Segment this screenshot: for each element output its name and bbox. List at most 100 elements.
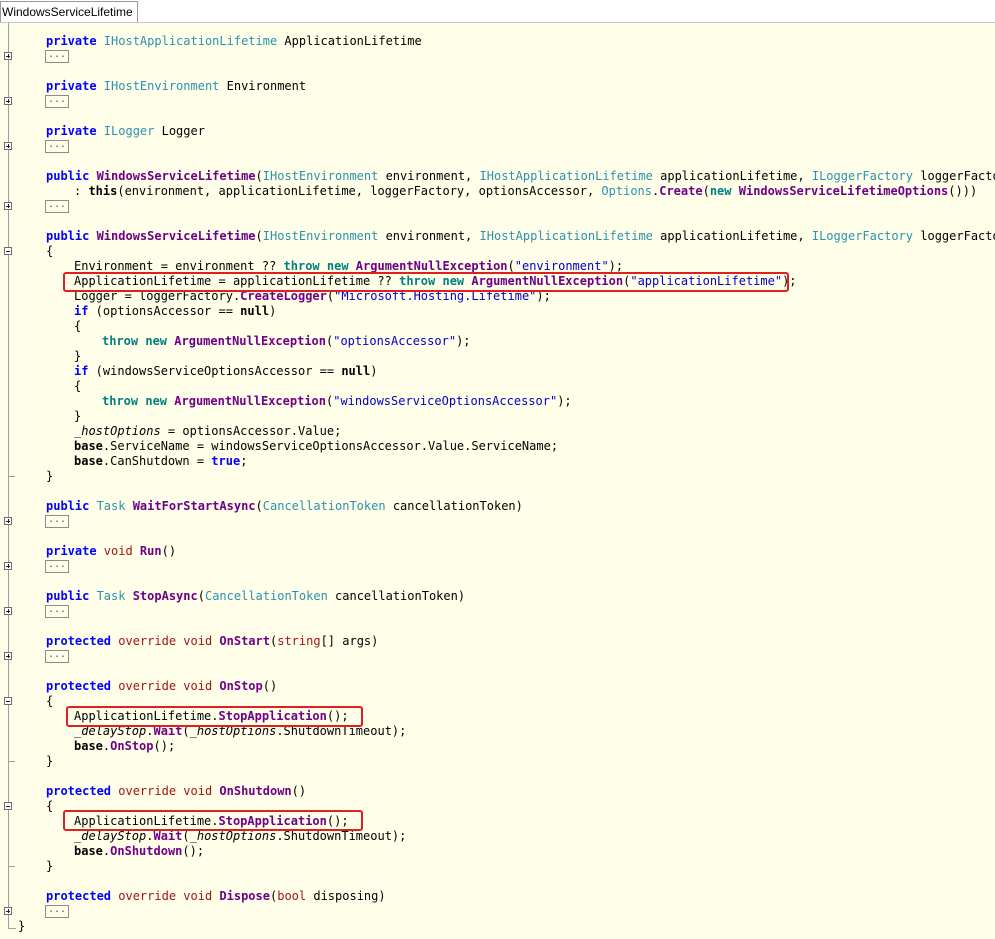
identifier: applicationLifetime, — [652, 169, 812, 183]
code-line: if (optionsAccessor == null) — [0, 304, 995, 319]
identifier: cancellationToken) — [385, 499, 523, 513]
identifier: environment, — [378, 229, 480, 243]
code-line: { — [0, 319, 995, 334]
code-line: } — [0, 409, 995, 424]
collapsed-region-marker[interactable]: ... — [45, 95, 69, 108]
type-name: ArgumentNullException — [355, 259, 508, 273]
collapsed-region-marker[interactable]: ... — [45, 140, 69, 153]
punctuation: ); — [456, 334, 471, 348]
type-name: IHostApplicationLifetime — [479, 229, 653, 243]
code-line: ... — [0, 604, 995, 619]
collapsed-region-marker[interactable]: ... — [45, 200, 69, 213]
expand-icon[interactable] — [4, 907, 12, 915]
identifier: .ShutdownTimeout); — [276, 829, 407, 843]
brace: { — [46, 694, 54, 708]
collapse-icon[interactable] — [4, 697, 12, 705]
identifier: loggerFactory, — [920, 229, 995, 243]
keyword: void — [176, 784, 213, 798]
expand-icon[interactable] — [4, 202, 12, 210]
collapsed-region-marker[interactable]: ... — [45, 905, 69, 918]
string-literal: "applicationLifetime" — [630, 274, 783, 288]
keyword: this — [88, 184, 118, 198]
string-literal: "optionsAccessor" — [333, 334, 457, 348]
type-name: ArgumentNullException — [471, 274, 624, 288]
keyword: base — [74, 439, 103, 453]
code-line: public Task WaitForStartAsync(Cancellati… — [0, 499, 995, 514]
method-name: OnShutdown — [110, 844, 183, 858]
punctuation: ) — [269, 304, 277, 318]
code-line: public WindowsServiceLifetime(IHostEnvir… — [0, 169, 995, 184]
code-line: { — [0, 244, 995, 259]
method-name: OnStart — [212, 634, 270, 648]
punctuation: ())) — [948, 184, 978, 198]
code-line: { — [0, 379, 995, 394]
code-line: ... — [0, 904, 995, 919]
expand-icon[interactable] — [4, 652, 12, 660]
code-line: { — [0, 799, 995, 814]
code-line: protected override void OnShutdown() — [0, 784, 995, 799]
code-line: ... — [0, 199, 995, 214]
expand-icon[interactable] — [4, 97, 12, 105]
code-line: base.OnShutdown(); — [0, 844, 995, 859]
keyword: override — [111, 889, 177, 903]
collapsed-region-marker[interactable]: ... — [45, 50, 69, 63]
method-name: OnStop — [110, 739, 154, 753]
identifier: ApplicationLifetime — [277, 34, 422, 48]
keyword: if — [74, 304, 89, 318]
brace: } — [74, 349, 82, 363]
keyword: null — [240, 304, 270, 318]
method-name: OnShutdown — [212, 784, 292, 798]
collapsed-region-marker[interactable]: ... — [45, 650, 69, 663]
brace: } — [46, 469, 54, 483]
punctuation: ( — [255, 169, 263, 183]
collapsed-region-marker[interactable]: ... — [45, 605, 69, 618]
tab-windowsservicelifetime[interactable]: WindowsServiceLifetime — [0, 1, 138, 22]
keyword: private — [46, 544, 97, 558]
code-line: if (windowsServiceOptionsAccessor == nul… — [0, 364, 995, 379]
keyword: void — [176, 634, 213, 648]
expand-icon[interactable] — [4, 607, 12, 615]
expand-icon[interactable] — [4, 52, 12, 60]
method-name: WindowsServiceLifetime — [89, 229, 256, 243]
method-name: Wait — [153, 829, 183, 843]
code-line: throw new ArgumentNullException("windows… — [0, 394, 995, 409]
brace: { — [74, 379, 82, 393]
type-name: IHostApplicationLifetime — [96, 34, 278, 48]
code-line: ... — [0, 94, 995, 109]
punctuation: (); — [326, 814, 349, 828]
brace: { — [74, 319, 82, 333]
brace: { — [46, 244, 54, 258]
collapse-icon[interactable] — [4, 802, 12, 810]
method-name: Run — [132, 544, 162, 558]
identifier: loggerFactory, — [920, 169, 995, 183]
punctuation: ); — [536, 289, 551, 303]
type-name: Task — [89, 499, 126, 513]
identifier: _hostOptions — [189, 724, 277, 738]
punctuation: ); — [557, 394, 572, 408]
expand-icon[interactable] — [4, 517, 12, 525]
type-name: ILogger — [96, 124, 155, 138]
type-name: CancellationToken — [204, 589, 328, 603]
code-line: ApplicationLifetime = applicationLifetim… — [0, 274, 995, 289]
code-line: private IHostEnvironment Environment — [0, 79, 995, 94]
code-line: ApplicationLifetime.StopApplication(); — [0, 709, 995, 724]
keyword: if — [74, 364, 89, 378]
punctuation: (); — [326, 709, 349, 723]
code-line: ... — [0, 649, 995, 664]
punctuation: (); — [153, 739, 176, 753]
keyword: protected — [46, 679, 112, 693]
code-editor[interactable]: private IHostApplicationLifetime Applica… — [0, 23, 995, 939]
expand-icon[interactable] — [4, 562, 12, 570]
method-name: Dispose — [212, 889, 270, 903]
string-literal: "windowsServiceOptionsAccessor" — [333, 394, 558, 408]
punctuation: ( — [507, 259, 515, 273]
keyword: private — [46, 34, 97, 48]
collapsed-region-marker[interactable]: ... — [45, 560, 69, 573]
expand-icon[interactable] — [4, 142, 12, 150]
identifier: Logger = loggerFactory. — [74, 289, 241, 303]
collapse-icon[interactable] — [4, 247, 12, 255]
keyword: private — [46, 124, 97, 138]
collapsed-region-marker[interactable]: ... — [45, 515, 69, 528]
identifier: Environment = environment ?? — [74, 259, 284, 273]
code-line: } — [0, 754, 995, 769]
